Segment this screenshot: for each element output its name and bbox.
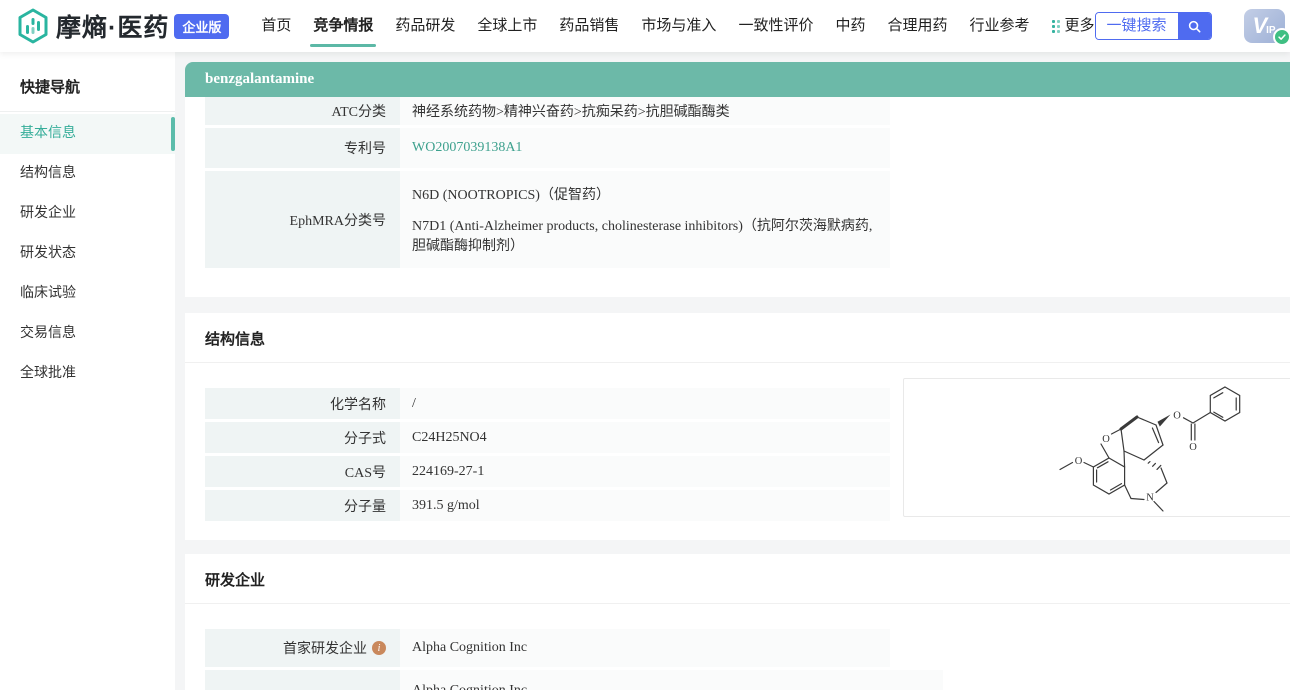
chemical-structure-image[interactable]: O O O O N (903, 378, 1290, 517)
enterprise-badge: 企业版 (174, 14, 229, 39)
developer-line1: Alpha Cognition Inc (412, 683, 527, 690)
nav-item-rational-use[interactable]: 合理用药 (887, 0, 947, 52)
table-row-formula: 分子式 C24H25NO4 (205, 422, 890, 453)
sidebar-item-dev-status[interactable]: 研发状态 (0, 234, 175, 274)
developers-value: Alpha Cognition Inc China Medical System… (400, 670, 943, 690)
patent-number-link[interactable]: WO2007039138A1 (412, 140, 522, 156)
drug-name: benzgalantamine (205, 71, 314, 87)
cas-value: 224169-27-1 (400, 456, 890, 487)
dev-companies-table: 首家研发企业 i Alpha Cognition Inc 研发企业 Alpha … (205, 629, 890, 690)
table-row-cas: CAS号 224169-27-1 (205, 456, 890, 487)
sidebar-item-global-approvals[interactable]: 全球批准 (0, 354, 175, 394)
nav-item-drug-rd[interactable]: 药品研发 (395, 0, 455, 52)
brand-hexagon-icon (16, 8, 50, 44)
nav-item-industry-ref[interactable]: 行业参考 (969, 0, 1029, 52)
first-developer-label-text: 首家研发企业 (283, 638, 367, 658)
search-button-label: 一键搜索 (1096, 13, 1178, 39)
table-row-chem-name: 化学名称 / (205, 388, 890, 419)
more-grid-icon (1052, 20, 1060, 33)
sidebar-item-dev-companies[interactable]: 研发企业 (0, 194, 175, 234)
molecule-drawing: O O O O N (904, 379, 1290, 518)
first-developer-value: Alpha Cognition Inc (400, 629, 890, 667)
sidebar-item-deal-info[interactable]: 交易信息 (0, 314, 175, 354)
search-icon (1178, 13, 1211, 39)
weight-label: 分子量 (205, 490, 400, 521)
chem-name-label: 化学名称 (205, 388, 400, 419)
svg-text:O: O (1173, 411, 1181, 422)
top-navbar: 摩熵·医药 企业版 首页 竞争情报 药品研发 全球上市 药品销售 市场与准入 一… (0, 0, 1290, 52)
drug-name-banner: benzgalantamine (185, 62, 1290, 97)
nav-item-global-launch[interactable]: 全球上市 (477, 0, 537, 52)
vip-avatar[interactable]: V IP (1244, 9, 1285, 43)
table-row-weight: 分子量 391.5 g/mol (205, 490, 890, 521)
nav-item-consistency-eval[interactable]: 一致性评价 (738, 0, 813, 52)
sidebar-item-clinical-trials[interactable]: 临床试验 (0, 274, 175, 314)
ephmra-label: EphMRA分类号 (205, 171, 400, 268)
structure-info-table: 化学名称 / 分子式 C24H25NO4 CAS号 224169-27-1 分子… (205, 388, 890, 521)
vip-v-letter: V (1252, 13, 1267, 39)
one-click-search-button[interactable]: 一键搜索 (1095, 12, 1212, 40)
sidebar-items: 基本信息 结构信息 研发企业 研发状态 临床试验 交易信息 全球批准 (0, 112, 175, 394)
chem-name-value: / (400, 388, 890, 419)
first-developer-label: 首家研发企业 i (205, 629, 400, 667)
table-row-developers: 研发企业 Alpha Cognition Inc China Medical S… (205, 670, 890, 690)
atc-label: ATC分类 (205, 97, 400, 125)
ephmra-line1: N6D (NOOTROPICS)（促智药） (412, 184, 610, 204)
main-nav: 首页 竞争情报 药品研发 全球上市 药品销售 市场与准入 一致性评价 中药 合理… (261, 0, 1094, 52)
table-row-atc: ATC分类 神经系统药物>精神兴奋药>抗痴呆药>抗胆碱酯酶类 (205, 97, 890, 125)
formula-label: 分子式 (205, 422, 400, 453)
brand-logo[interactable]: 摩熵·医药 企业版 (16, 8, 229, 44)
vip-verified-check-icon (1273, 28, 1290, 46)
brand-name: 摩熵·医药 (56, 8, 169, 44)
basic-info-table: ATC分类 神经系统药物>精神兴奋药>抗痴呆药>抗胆碱酯酶类 专利号 WO200… (205, 97, 890, 268)
ephmra-line2: N7D1 (Anti-Alzheimer products, cholinest… (412, 215, 876, 255)
sidebar-item-structure-info[interactable]: 结构信息 (0, 154, 175, 194)
dev-section-title: 研发企业 (185, 554, 1290, 604)
table-row-first-developer: 首家研发企业 i Alpha Cognition Inc (205, 629, 890, 667)
svg-text:O: O (1189, 442, 1197, 453)
main-content: benzgalantamine ATC分类 神经系统药物>精神兴奋药>抗痴呆药>… (185, 62, 1290, 690)
structure-info-card: 结构信息 化学名称 / 分子式 C24H25NO4 CAS号 224169-27… (185, 313, 1290, 540)
table-row-patent: 专利号 WO2007039138A1 (205, 128, 890, 168)
dev-companies-card: 研发企业 首家研发企业 i Alpha Cognition Inc 研发企业 A… (185, 554, 1290, 690)
cas-label: CAS号 (205, 456, 400, 487)
more-label: 更多 (1065, 0, 1095, 52)
nav-item-market-access[interactable]: 市场与准入 (641, 0, 716, 52)
quick-nav-sidebar: 快捷导航 基本信息 结构信息 研发企业 研发状态 临床试验 交易信息 全球批准 (0, 52, 175, 690)
svg-text:O: O (1075, 456, 1083, 467)
developers-label: 研发企业 (205, 670, 400, 690)
sidebar-title: 快捷导航 (0, 52, 175, 112)
nav-item-more[interactable]: 更多 (1052, 0, 1095, 52)
nav-item-competitive-intel[interactable]: 竞争情报 (313, 0, 373, 52)
patent-label: 专利号 (205, 128, 400, 168)
svg-text:N: N (1146, 493, 1154, 504)
atc-value: 神经系统药物>精神兴奋药>抗痴呆药>抗胆碱酯酶类 (400, 97, 890, 125)
patent-value: WO2007039138A1 (400, 128, 890, 168)
weight-value: 391.5 g/mol (400, 490, 890, 521)
sidebar-item-basic-info[interactable]: 基本信息 (0, 114, 175, 154)
structure-section-title: 结构信息 (185, 313, 1290, 363)
basic-info-card: ATC分类 神经系统药物>精神兴奋药>抗痴呆药>抗胆碱酯酶类 专利号 WO200… (185, 97, 1290, 297)
nav-item-home[interactable]: 首页 (261, 0, 291, 52)
formula-value: C24H25NO4 (400, 422, 890, 453)
nav-item-tcm[interactable]: 中药 (835, 0, 865, 52)
table-row-ephmra: EphMRA分类号 N6D (NOOTROPICS)（促智药） N7D1 (An… (205, 171, 890, 268)
svg-text:O: O (1102, 434, 1110, 445)
nav-item-drug-sales[interactable]: 药品销售 (559, 0, 619, 52)
info-icon[interactable]: i (372, 641, 386, 655)
ephmra-value: N6D (NOOTROPICS)（促智药） N7D1 (Anti-Alzheim… (400, 171, 890, 268)
